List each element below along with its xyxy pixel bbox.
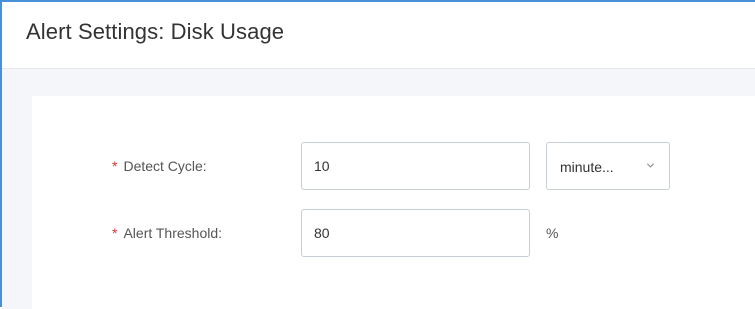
detect-cycle-unit-value: minute... [560,159,614,175]
detect-cycle-unit-select[interactable]: minute... [546,142,670,190]
required-marker: * [112,158,118,174]
alert-threshold-label: * Alert Threshold: [112,225,222,241]
required-marker: * [112,225,118,241]
detect-cycle-label: * Detect Cycle: [112,158,207,174]
dialog-body: * Detect Cycle: minute... * Alert Threshol… [2,69,755,309]
alert-settings-dialog: Alert Settings: Disk Usage * Detect Cycle… [0,0,755,309]
alert-threshold-input[interactable] [301,209,530,257]
chevron-down-icon [646,163,655,168]
detect-cycle-input[interactable] [301,142,530,190]
alert-threshold-row: * Alert Threshold: % [32,209,755,259]
dialog-title: Alert Settings: Disk Usage [26,19,285,44]
percent-unit-label: % [546,225,559,241]
alert-threshold-label-text: Alert Threshold: [123,225,223,241]
dialog-header: Alert Settings: Disk Usage [2,2,755,69]
detect-cycle-label-text: Detect Cycle: [123,158,207,174]
detect-cycle-row: * Detect Cycle: minute... [32,142,755,192]
settings-form: * Detect Cycle: minute... * Alert Threshol… [32,96,755,309]
